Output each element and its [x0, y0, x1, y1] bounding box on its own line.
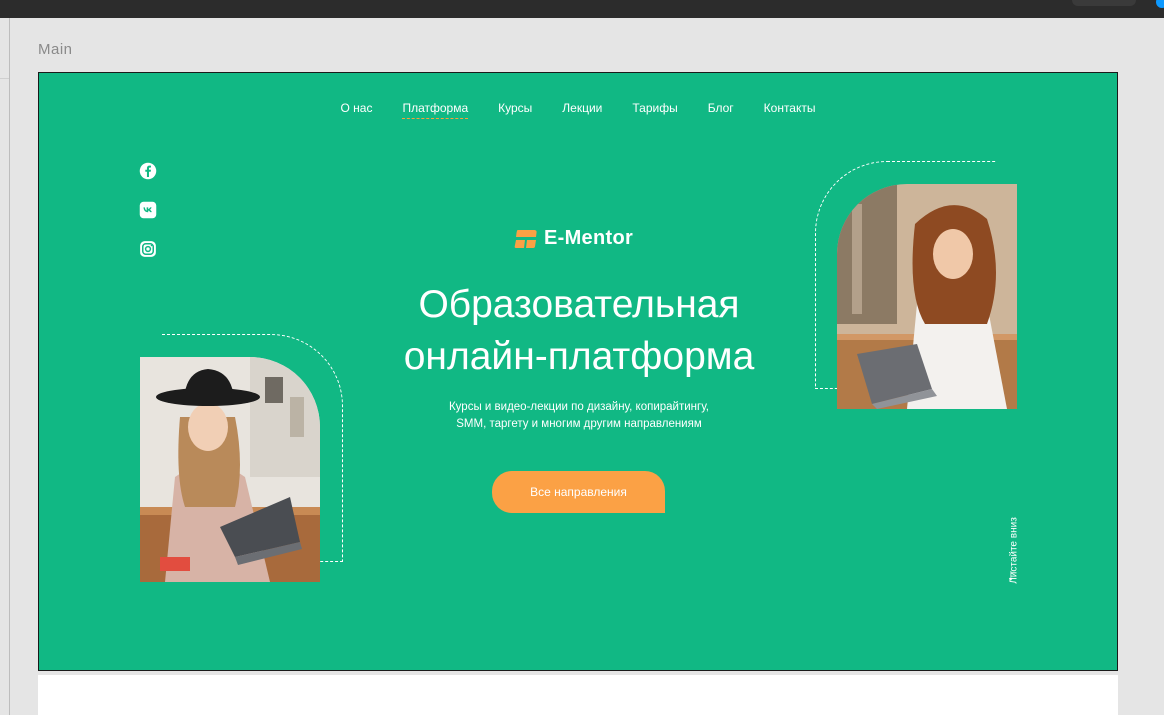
photo-woman-with-hat [140, 357, 320, 582]
instagram-icon[interactable] [139, 240, 157, 258]
facebook-icon[interactable] [139, 162, 157, 180]
arrow-down-icon[interactable]: ↓ [1007, 567, 1015, 585]
hero-subtitle-line2: SMM, таргету и многим другим направления… [456, 418, 702, 430]
left-panel-divider [0, 78, 9, 79]
logo-mark-icon [514, 229, 537, 248]
all-directions-button[interactable]: Все направления [492, 471, 665, 513]
left-panel-border [9, 18, 10, 715]
nav-item-about[interactable]: О нас [340, 101, 372, 119]
hero-title-line2: онлайн-платформа [403, 335, 755, 378]
brand-name: E-Mentor [544, 227, 634, 249]
brand-logo[interactable]: E-Mentor [514, 227, 633, 250]
nav-item-platform[interactable]: Платформа [402, 101, 469, 119]
nav-item-courses[interactable]: Курсы [498, 101, 532, 119]
main-frame[interactable]: О нас Платформа Курсы Лекции Тарифы Блог… [38, 72, 1118, 671]
frame-label[interactable]: Main [38, 41, 73, 58]
top-navigation: О нас Платформа Курсы Лекции Тарифы Блог… [39, 101, 1117, 119]
next-frame[interactable] [38, 675, 1118, 715]
toolbar-button[interactable] [1072, 0, 1136, 6]
nav-item-lectures[interactable]: Лекции [562, 101, 602, 119]
hero-title-line1: Образовательная [418, 283, 740, 326]
nav-item-pricing[interactable]: Тарифы [632, 101, 677, 119]
hero-subtitle-line1: Курсы и видео-лекции по дизайну, копирай… [448, 401, 709, 413]
nav-item-contacts[interactable]: Контакты [764, 101, 816, 119]
scroll-down-label: Листайте вниз [1008, 517, 1020, 584]
user-avatar[interactable] [1156, 0, 1164, 8]
vk-icon[interactable] [139, 201, 157, 219]
nav-item-blog[interactable]: Блог [708, 101, 734, 119]
editor-toolbar [0, 0, 1164, 18]
photo-woman-curly-hair [837, 184, 1017, 409]
